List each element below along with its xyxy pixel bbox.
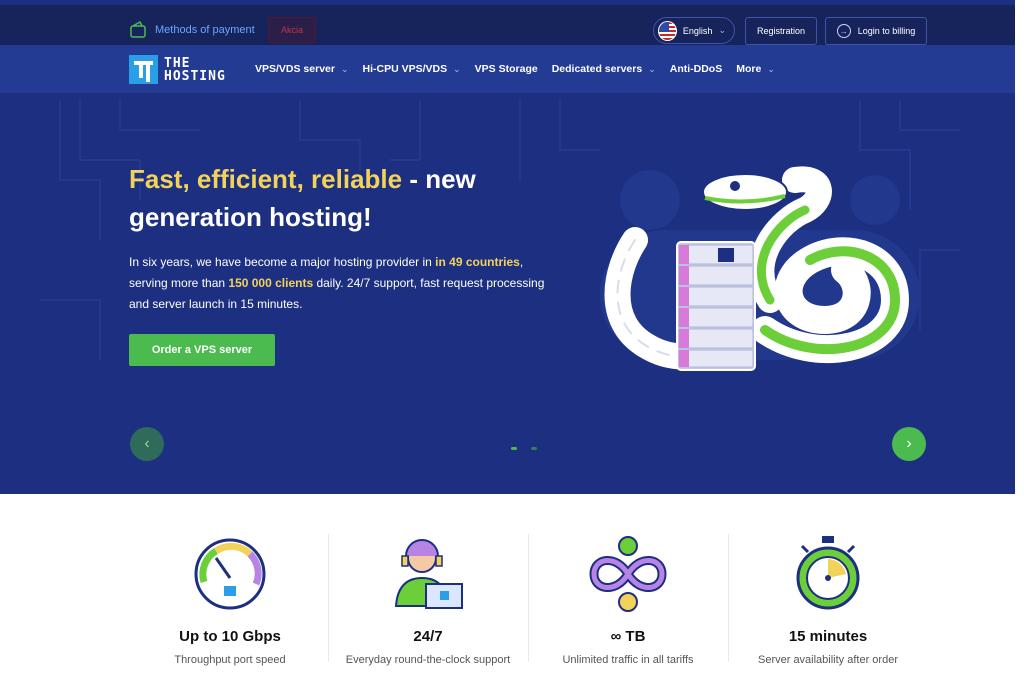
payment-methods-label: Methods of payment xyxy=(155,24,255,36)
slider-dot[interactable] xyxy=(511,447,517,450)
chevron-right-icon: › xyxy=(906,435,912,452)
wallet-icon xyxy=(130,21,146,38)
right-edge xyxy=(1015,0,1019,494)
payment-methods-link[interactable]: Methods of payment xyxy=(129,21,255,39)
slider-dot[interactable] xyxy=(531,447,537,450)
infinity-icon xyxy=(589,536,667,612)
nav-item-anti-ddos[interactable]: Anti-DDoS xyxy=(670,63,723,75)
feature-title: Up to 10 Gbps xyxy=(179,628,281,645)
nav-item-hi-cpu[interactable]: Hi-CPU VPS/VDS ⌄ xyxy=(363,63,461,75)
chevron-down-icon: ⌄ xyxy=(453,63,461,74)
login-label: Login to billing xyxy=(857,26,916,36)
top-bar: Methods of payment Akcia English ⌄ Regis… xyxy=(0,5,1019,45)
feature-title: 24/7 xyxy=(413,628,443,645)
feature-support: 24/7 Everyday round-the-clock support xyxy=(328,534,528,666)
chevron-down-icon: ⌄ xyxy=(718,25,726,35)
nav-item-label: VPS/VDS server xyxy=(255,63,335,75)
feature-desc: Everyday round-the-clock support xyxy=(345,654,511,666)
nav-item-vps-vds[interactable]: VPS/VDS server ⌄ xyxy=(255,63,349,75)
chevron-left-icon: ‹ xyxy=(144,435,150,452)
headline-highlight: Fast, efficient, reliable xyxy=(129,164,403,194)
registration-button[interactable]: Registration xyxy=(745,17,817,45)
feature-launch: 15 minutes Server availability after ord… xyxy=(728,534,928,666)
nav-item-label: Dedicated servers xyxy=(551,63,643,75)
chevron-down-icon: ⌄ xyxy=(340,63,349,74)
feature-desc: Server availability after order xyxy=(757,654,898,666)
feature-title: 15 minutes xyxy=(788,628,868,645)
slider-next-button[interactable]: › xyxy=(892,427,926,461)
nav-menu: VPS/VDS server ⌄ Hi-CPU VPS/VDS ⌄ VPS St… xyxy=(255,63,775,75)
speedometer-icon xyxy=(194,538,266,610)
nav-item-dedicated[interactable]: Dedicated servers ⌄ xyxy=(552,63,656,75)
chevron-down-icon: ⌄ xyxy=(648,63,656,74)
promo-badge[interactable]: Akcia xyxy=(268,17,316,43)
order-vps-button[interactable]: Order a VPS server xyxy=(129,334,275,366)
slider-dots xyxy=(511,447,537,450)
feature-traffic: ∞ TB Unlimited traffic in all tariffs xyxy=(528,534,728,666)
hero-lead-text: In six years, we have become a major hos… xyxy=(129,252,549,315)
nav-item-vps-storage[interactable]: VPS Storage xyxy=(475,63,538,75)
support-agent-icon xyxy=(394,539,463,609)
lead-part-1: In six years, we have become a major hos… xyxy=(129,255,436,269)
logo-mark-icon xyxy=(129,55,158,84)
main-navbar: THE HOSTING VPS/VDS server ⌄ Hi-CPU VPS/… xyxy=(0,45,1019,93)
snake-server-illustration xyxy=(604,166,910,371)
hero-section: Methods of payment Akcia English ⌄ Regis… xyxy=(0,0,1019,494)
nav-item-label: Anti-DDoS xyxy=(669,63,723,75)
chevron-down-icon: ⌄ xyxy=(767,63,775,74)
site-logo[interactable]: THE HOSTING xyxy=(129,55,226,84)
logo-line-1: THE xyxy=(164,55,191,71)
hero-headline: Fast, efficient, reliable - new generati… xyxy=(129,160,549,236)
language-selector[interactable]: English ⌄ xyxy=(653,17,735,44)
feature-desc: Throughput port speed xyxy=(174,654,286,666)
logo-text: THE HOSTING xyxy=(164,57,226,83)
feature-speed: Up to 10 Gbps Throughput port speed xyxy=(130,534,330,666)
slider-prev-button[interactable]: ‹ xyxy=(130,427,164,461)
nav-item-label: VPS Storage xyxy=(474,63,538,75)
lead-countries: in 49 countries xyxy=(435,255,520,269)
features-section: Up to 10 Gbps Throughput port speed 24/7… xyxy=(0,494,1024,691)
login-arrow-icon: → xyxy=(836,24,851,38)
logo-line-2: HOSTING xyxy=(164,68,226,84)
stopwatch-icon xyxy=(796,536,860,610)
us-flag-icon xyxy=(658,20,677,41)
language-label: English xyxy=(682,25,713,36)
feature-title: ∞ TB xyxy=(610,628,646,645)
lead-clients: 150 000 clients xyxy=(228,276,314,290)
nav-item-label: Hi-CPU VPS/VDS xyxy=(362,63,448,75)
nav-item-more[interactable]: More ⌄ xyxy=(736,63,775,75)
nav-item-label: More xyxy=(736,63,762,75)
login-billing-button[interactable]: → Login to billing xyxy=(825,17,927,45)
feature-desc: Unlimited traffic in all tariffs xyxy=(562,654,694,666)
